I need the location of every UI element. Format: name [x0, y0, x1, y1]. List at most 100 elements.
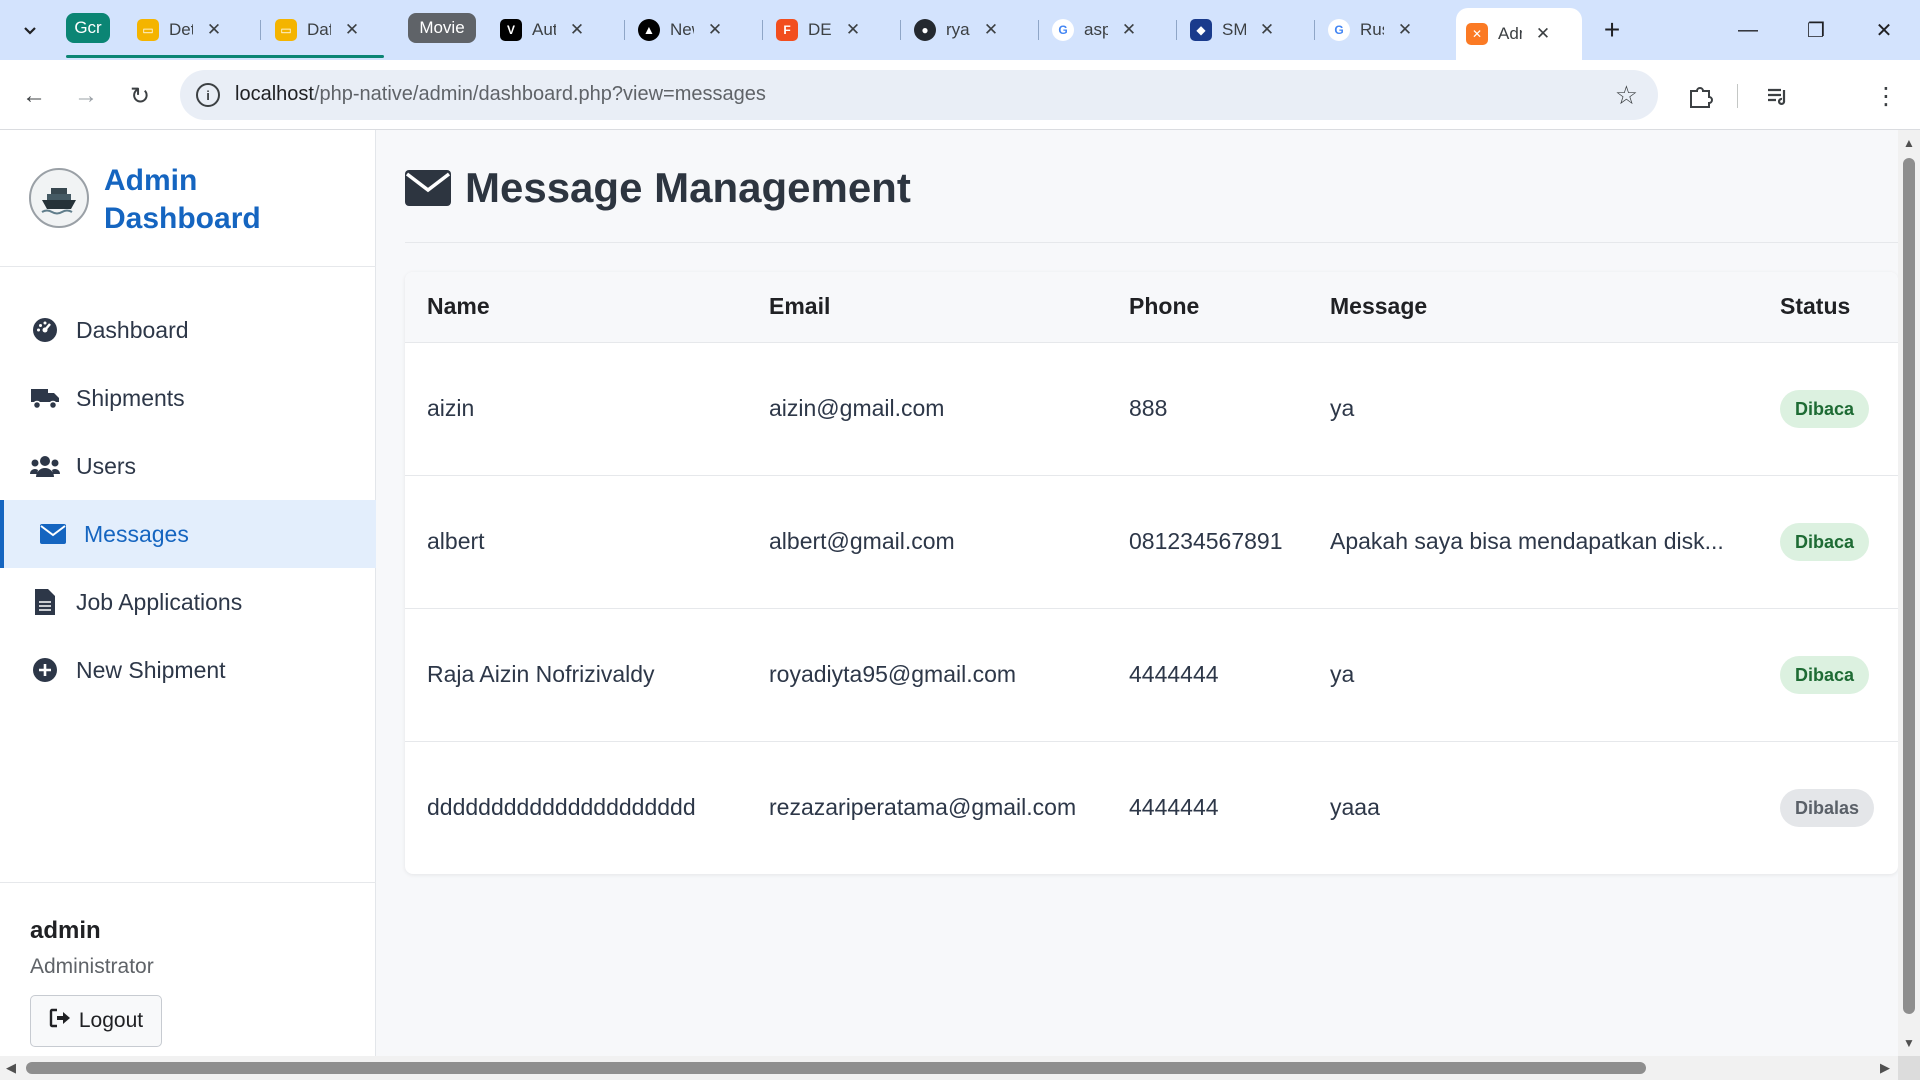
- tab-search-button[interactable]: [10, 12, 50, 48]
- sidebar-item-label: Dashboard: [76, 316, 189, 343]
- close-icon[interactable]: ✕: [706, 20, 724, 40]
- cell-phone: 4444444: [1129, 794, 1219, 821]
- browser-toolbar: ← → ↻ i localhost/php-native/admin/dashb…: [0, 60, 1920, 170]
- scroll-down-icon[interactable]: ▼: [1903, 1036, 1915, 1050]
- minimize-button[interactable]: —: [1728, 14, 1768, 46]
- scroll-left-icon[interactable]: ◀: [6, 1060, 16, 1076]
- browser-tab[interactable]: ● ryac ✕: [904, 8, 1000, 52]
- tab-group-underline: [66, 55, 384, 58]
- cell-phone: 888: [1107, 342, 1308, 476]
- browser-tab-strip: Gcr ▭ Det ✕ ▭ Daft ✕ Movie V Aut ✕ ▲ New…: [0, 0, 1920, 60]
- tab-divider: [1176, 20, 1177, 40]
- close-icon[interactable]: ✕: [982, 20, 1000, 40]
- scroll-up-icon[interactable]: ▲: [1903, 136, 1915, 150]
- close-icon[interactable]: ✕: [1258, 20, 1276, 40]
- browser-tab[interactable]: ▭ Det ✕: [127, 8, 223, 52]
- forward-button[interactable]: →: [66, 76, 106, 116]
- vertical-scroll-thumb[interactable]: [1903, 158, 1915, 1014]
- sidebar-item-new-shipment[interactable]: New Shipment: [0, 636, 376, 704]
- status-badge: Dibaca: [1780, 389, 1870, 428]
- logout-button[interactable]: Logout: [30, 995, 162, 1047]
- cell-phone: 081234567891: [1107, 475, 1308, 609]
- table-row[interactable]: aizin aizin@gmail.com 888 ya Dibaca: [405, 342, 1898, 476]
- bookmark-star-icon[interactable]: ☆: [1615, 80, 1638, 111]
- title-divider: [405, 242, 1898, 243]
- tab-divider: [260, 20, 261, 40]
- back-button[interactable]: ←: [14, 76, 54, 116]
- browser-tab[interactable]: V Aut ✕: [490, 8, 586, 52]
- arrow-left-icon: ←: [22, 82, 46, 109]
- envelope-icon: [405, 170, 451, 206]
- horizontal-scroll-thumb[interactable]: [26, 1062, 1646, 1074]
- cell-status: Dibaca: [1758, 608, 1898, 742]
- browser-tab[interactable]: ◆ SMK ✕: [1180, 8, 1276, 52]
- status-badge: Dibaca: [1780, 522, 1870, 561]
- tab-divider: [624, 20, 625, 40]
- scrollbar-corner: [1898, 1056, 1920, 1080]
- sidebar-item-messages[interactable]: Messages: [0, 500, 376, 568]
- cell-message: ya: [1308, 342, 1758, 476]
- brand-title: Admin Dashboard: [104, 164, 261, 235]
- browser-tab[interactable]: G Rus ✕: [1318, 8, 1414, 52]
- close-icon[interactable]: ✕: [844, 20, 862, 40]
- column-header-email: Email: [747, 272, 1107, 343]
- sidebar-item-shipments[interactable]: Shipments: [0, 364, 376, 432]
- more-vertical-icon: ⋮: [1874, 82, 1898, 110]
- vertical-scrollbar[interactable]: ▲ ▼: [1898, 130, 1920, 1056]
- restore-button[interactable]: ❐: [1796, 14, 1836, 46]
- media-controls-button[interactable]: [1758, 76, 1798, 116]
- new-tab-button[interactable]: +: [1592, 14, 1632, 46]
- cell-email: albert@gmail.com: [747, 475, 1107, 609]
- cell-email: aizin@gmail.com: [747, 342, 1107, 476]
- plus-circle-icon: [30, 656, 60, 684]
- xampp-icon: ✕: [1466, 23, 1488, 45]
- close-window-button[interactable]: ✕: [1864, 14, 1904, 46]
- address-bar[interactable]: i localhost/php-native/admin/dashboard.p…: [180, 70, 1658, 120]
- cell-message: Apakah saya bisa mendapatkan disk...: [1308, 475, 1758, 609]
- close-icon[interactable]: ✕: [205, 20, 223, 40]
- cell-email: rezazariperatama@gmail.com: [769, 794, 1077, 821]
- tab-title: Rus: [1360, 20, 1384, 39]
- reload-button[interactable]: ↻: [120, 76, 160, 116]
- slides-icon: ▭: [275, 19, 297, 41]
- close-icon[interactable]: ✕: [1120, 20, 1138, 40]
- browser-tab[interactable]: F DES ✕: [766, 8, 862, 52]
- page-title: Message Management: [405, 164, 911, 212]
- sidebar-nav: Dashboard Shipments Users Messages Job A…: [0, 296, 376, 704]
- playlist-icon: [1768, 88, 1786, 105]
- horizontal-scrollbar[interactable]: ◀ ▶: [0, 1056, 1898, 1080]
- site-info-icon[interactable]: i: [196, 83, 220, 107]
- close-icon[interactable]: ✕: [1534, 24, 1552, 44]
- sidebar-item-label: Shipments: [76, 384, 185, 411]
- browser-menu-button[interactable]: ⋮: [1866, 76, 1906, 116]
- scroll-right-icon[interactable]: ▶: [1880, 1060, 1890, 1076]
- close-icon[interactable]: ✕: [1396, 20, 1414, 40]
- toolbar-divider: [1737, 84, 1738, 108]
- plus-icon: +: [1603, 14, 1621, 45]
- browser-tab[interactable]: G aspi ✕: [1042, 8, 1138, 52]
- users-icon: [30, 452, 60, 480]
- sidebar-item-job-applications[interactable]: Job Applications: [0, 568, 376, 636]
- tab-group-chip-movie[interactable]: Movie: [408, 13, 476, 43]
- tab-group-chip-gcr[interactable]: Gcr: [66, 13, 110, 43]
- tab-title: New: [670, 20, 694, 39]
- table-row[interactable]: ddddddddddddddddddddd rezazariperatama@g…: [405, 741, 1898, 874]
- github-icon: ●: [914, 19, 936, 41]
- cell-phone: 4444444: [1107, 608, 1308, 742]
- sidebar-item-dashboard[interactable]: Dashboard: [0, 296, 376, 364]
- url-host: localhost: [235, 83, 314, 105]
- status-badge: Dibalas: [1780, 788, 1875, 827]
- messages-table-card: Name Email Phone Message Status aizin ai…: [405, 272, 1898, 874]
- tachometer-icon: [30, 316, 60, 344]
- tab-title: aspi: [1084, 20, 1108, 39]
- browser-tab[interactable]: ▭ Daft ✕: [265, 8, 361, 52]
- browser-tab[interactable]: ▲ New ✕: [628, 8, 724, 52]
- extensions-button[interactable]: [1680, 76, 1720, 116]
- table-row[interactable]: Raja Aizin Nofrizivaldy royadiyta95@gmai…: [405, 608, 1898, 742]
- close-icon[interactable]: ✕: [568, 20, 586, 40]
- browser-tab-active[interactable]: ✕ Adn ✕: [1456, 8, 1582, 60]
- close-icon[interactable]: ✕: [343, 20, 361, 40]
- slides-icon: ▭: [137, 19, 159, 41]
- sidebar-item-users[interactable]: Users: [0, 432, 376, 500]
- table-row[interactable]: albert albert@gmail.com 081234567891 Apa…: [405, 475, 1898, 609]
